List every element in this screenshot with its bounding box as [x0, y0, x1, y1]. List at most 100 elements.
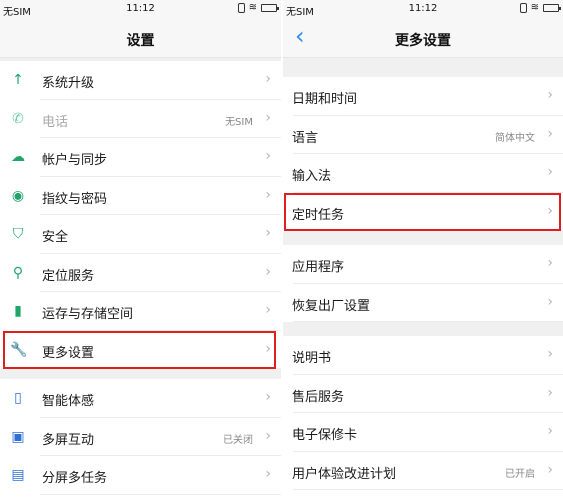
storage-card-icon: ▮ [14, 303, 22, 319]
chevron-right-icon: › [265, 263, 271, 280]
settings-item[interactable]: 恢复出厂设置 › [283, 283, 563, 322]
settings-item[interactable]: 应用程序 › [283, 245, 563, 284]
settings-item[interactable]: 电子保修卡 › [283, 413, 563, 452]
settings-item-value: 已开启 [505, 468, 535, 480]
chevron-right-icon: › [547, 255, 553, 271]
chevron-right-icon: › [547, 164, 553, 180]
multi-screen-icon: ▣ [11, 428, 25, 445]
chevron-right-icon: › [265, 148, 271, 164]
settings-item-label: 安全 [42, 230, 69, 245]
settings-item[interactable]: 🔧 更多设置 › [0, 330, 281, 369]
shield-icon: ⛉ [12, 226, 24, 242]
settings-item[interactable]: ▤ 分屏多任务 › [0, 456, 281, 495]
settings-item-label: 指纹与密码 [42, 191, 108, 207]
chevron-right-icon: › [265, 427, 271, 444]
chevron-right-icon: › [265, 389, 271, 405]
settings-item[interactable]: ↑ 系统升级 › [0, 61, 281, 100]
section-gap [283, 322, 563, 336]
settings-list: ↑ 系统升级 › ✆ 电话 无SIM › ☁ 帐户与同步 › ◉ 指纹与密码 › ⛉ 安全 › ⚲ 定位服务 › ▮ 运… [0, 58, 281, 495]
settings-item-label: 电子保修卡 [292, 428, 358, 443]
section-gap [0, 369, 281, 379]
settings-item-label: 电话 [42, 114, 69, 130]
chevron-right-icon: › [265, 109, 271, 126]
chevron-right-icon: › [547, 293, 553, 310]
smart-motion-icon: ▯ [14, 390, 22, 406]
settings-item-value: 无SIM [225, 116, 253, 128]
settings-item[interactable]: ☁ 帐户与同步 › [0, 138, 281, 177]
chevron-right-icon: › [265, 466, 271, 482]
chevron-right-icon: › [265, 225, 271, 241]
chevron-right-icon: › [547, 346, 553, 362]
settings-item-label: 更多设置 [42, 345, 95, 361]
chevron-right-icon: › [547, 384, 553, 401]
settings-item[interactable]: 语言 简体中文 › [283, 115, 563, 154]
title-bar: 设置 [0, 18, 281, 58]
row-divider [293, 321, 563, 322]
status-bar: 无SIM 11:12 ≋ [0, 0, 281, 18]
settings-item-value: 简体中文 [495, 132, 535, 144]
settings-item[interactable]: ⛉ 安全 › [0, 215, 281, 254]
section-gap [283, 231, 563, 245]
settings-item-label: 帐户与同步 [42, 153, 108, 168]
settings-item-label: 用户体验改进计划 [292, 466, 397, 482]
location-pin-icon: ⚲ [12, 264, 24, 281]
chevron-right-icon: › [265, 71, 271, 87]
phone-icon: ✆ [12, 110, 24, 127]
settings-item[interactable]: ▣ 多屏互动 已关闭 › [0, 417, 281, 456]
row-divider [293, 489, 563, 490]
section-gap [283, 58, 563, 77]
row-divider [40, 493, 281, 495]
settings-item-label: 定时任务 [292, 207, 345, 223]
settings-item-label: 多屏互动 [42, 432, 95, 448]
settings-item[interactable]: 说明书 › [283, 336, 563, 375]
settings-item-label: 定位服务 [42, 268, 95, 284]
chevron-right-icon: › [265, 340, 271, 357]
vibrate-icon [237, 3, 245, 13]
chevron-right-icon: › [547, 125, 553, 142]
settings-screen: 无SIM 11:12 ≋ 设置 ↑ 系统升级 › ✆ 电话 无SIM › ☁ 帐户与同步 › ◉ 指纹… [0, 0, 281, 500]
status-bar: 无SIM 11:12 ≋ [283, 0, 563, 18]
more-settings-list: 日期和时间 › 语言 简体中文 › 输入法 › 定时任务 › 应用程序 › 恢复出厂设置 › 说明书 › 售后… [283, 58, 563, 490]
title-bar: ‹ 更多设置 [283, 18, 563, 58]
settings-item-value: 已关闭 [223, 434, 253, 446]
settings-item[interactable]: 用户体验改进计划 已开启 › [283, 451, 563, 490]
settings-item-label: 日期和时间 [292, 92, 358, 107]
page-title: 更多设置 [395, 33, 451, 49]
battery-icon [261, 4, 279, 12]
chevron-right-icon: › [265, 302, 271, 318]
settings-item-label: 智能体感 [42, 394, 95, 409]
settings-item[interactable]: 售后服务 › [283, 374, 563, 413]
settings-item[interactable]: ✆ 电话 无SIM › [0, 99, 281, 138]
more-settings-screen: 无SIM 11:12 ≋ ‹ 更多设置 日期和时间 › 语言 简体中文 › 输入法 › 定时任… [283, 0, 563, 500]
chevron-right-icon: › [265, 186, 271, 203]
arrow-up-icon: ↑ [12, 72, 24, 88]
wifi-icon: ≋ [248, 2, 257, 13]
wrench-icon: 🔧 [10, 341, 28, 358]
settings-item[interactable]: ▯ 智能体感 › [0, 379, 281, 418]
settings-item-label: 售后服务 [292, 389, 345, 405]
settings-item-label: 输入法 [292, 169, 332, 184]
wifi-icon: ≋ [530, 2, 539, 13]
split-screen-icon: ▤ [11, 467, 25, 483]
battery-icon [543, 4, 561, 12]
settings-item[interactable]: 日期和时间 › [283, 77, 563, 116]
row-divider [293, 230, 563, 231]
chevron-right-icon: › [547, 461, 553, 478]
chevron-right-icon: › [547, 202, 553, 219]
settings-item-label: 分屏多任务 [42, 471, 108, 486]
settings-item[interactable]: 输入法 › [283, 154, 563, 193]
vibrate-icon [519, 3, 527, 13]
settings-item[interactable]: ▮ 运存与存储空间 › [0, 292, 281, 331]
chevron-right-icon: › [547, 87, 553, 103]
settings-item-label: 恢复出厂设置 [292, 298, 371, 314]
fingerprint-icon: ◉ [11, 187, 25, 204]
settings-item-label: 运存与存储空间 [42, 307, 134, 322]
settings-item[interactable]: ◉ 指纹与密码 › [0, 176, 281, 215]
settings-item-label: 应用程序 [292, 260, 345, 275]
settings-item[interactable]: ⚲ 定位服务 › [0, 253, 281, 292]
row-divider [40, 368, 281, 369]
cloud-icon: ☁ [11, 149, 25, 165]
settings-item[interactable]: 定时任务 › [283, 192, 563, 231]
settings-item-label: 说明书 [292, 351, 332, 366]
settings-item-label: 语言 [292, 130, 319, 146]
